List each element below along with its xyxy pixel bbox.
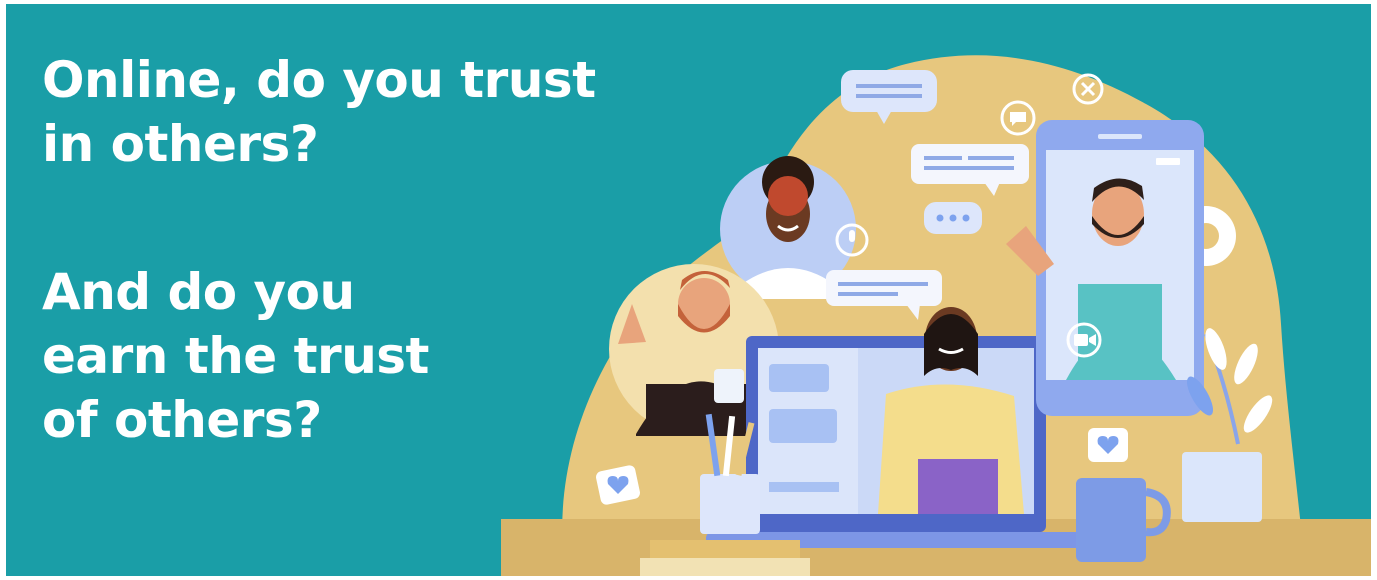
headline-line: And do you <box>42 263 355 321</box>
battery-icon <box>1156 158 1180 165</box>
headline-line: Online, do you trust <box>42 51 596 109</box>
headline-question-1: Online, do you trust in others? <box>42 48 596 176</box>
banner: Online, do you trust in others? And do y… <box>6 4 1371 576</box>
heart-icon <box>1088 428 1128 462</box>
headline-line: of others? <box>42 391 322 449</box>
typing-bubble-icon <box>924 202 982 234</box>
headline-line: earn the trust <box>42 327 429 385</box>
headline-question-2: And do you earn the trust of others? <box>42 260 429 452</box>
books <box>640 540 810 576</box>
headline-line: in others? <box>42 115 319 173</box>
